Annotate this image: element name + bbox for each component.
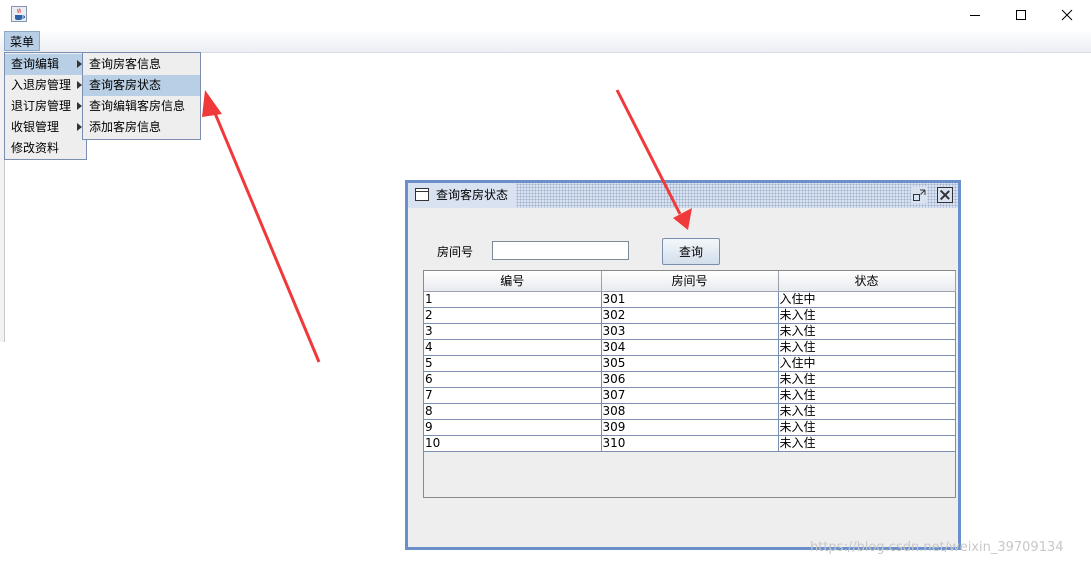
menu-item-add-room-info[interactable]: 添加客房信息 — [83, 117, 200, 138]
cell-id[interactable]: 6 — [424, 371, 602, 388]
cell-status[interactable]: 未入住 — [778, 403, 956, 420]
menu-item-label: 入退房管理 — [11, 78, 72, 92]
menu-item-checkin-checkout[interactable]: 入退房管理 — [5, 75, 86, 96]
column-header-status[interactable]: 状态 — [778, 271, 956, 292]
menu-item-booking-cancel[interactable]: 退订房管理 — [5, 96, 86, 117]
cell-room[interactable]: 308 — [601, 403, 779, 420]
menu-item-query-room-status[interactable]: 查询客房状态 — [83, 75, 200, 96]
maximize-icon — [1016, 10, 1026, 20]
room-number-input[interactable] — [492, 241, 629, 260]
room-number-label: 房间号 — [437, 245, 474, 259]
main-popup-menu: 查询编辑 入退房管理 退订房管理 收银管理 修改资料 — [4, 52, 87, 160]
cell-room[interactable]: 303 — [601, 323, 779, 340]
menu-item-query-edit-room-info[interactable]: 查询编辑客房信息 — [83, 96, 200, 117]
window-titlebar — [0, 0, 1091, 30]
cell-id[interactable]: 10 — [424, 435, 602, 452]
column-header-id[interactable]: 编号 — [424, 271, 602, 292]
cell-status[interactable]: 未入住 — [778, 307, 956, 324]
cell-id[interactable]: 7 — [424, 387, 602, 404]
internal-frame-body: 房间号 查询 编号 房间号 状态 1 301 入住中 2 302 未入住 3 303 未入住 4 3… — [408, 208, 958, 547]
cell-room[interactable]: 301 — [601, 291, 779, 308]
table-row[interactable]: 10 310 未入住 — [424, 435, 956, 452]
menu-item-query-edit[interactable]: 查询编辑 — [5, 54, 86, 75]
cell-status[interactable]: 入住中 — [778, 355, 956, 372]
cell-room[interactable]: 305 — [601, 355, 779, 372]
close-icon — [1061, 9, 1073, 21]
frame-close-button[interactable] — [937, 187, 953, 203]
maximize-button[interactable] — [998, 0, 1044, 30]
cell-status[interactable]: 未入住 — [778, 435, 956, 452]
column-header-room[interactable]: 房间号 — [601, 271, 779, 292]
table-row[interactable]: 1 301 入住中 — [424, 291, 956, 308]
cell-room[interactable]: 309 — [601, 419, 779, 436]
sub-popup-menu: 查询房客信息 查询客房状态 查询编辑客房信息 添加客房信息 — [82, 52, 201, 140]
table-row[interactable]: 6 306 未入住 — [424, 371, 956, 388]
menu-item-label: 修改资料 — [11, 141, 60, 155]
table-header-row: 编号 房间号 状态 — [424, 271, 956, 292]
cell-room[interactable]: 306 — [601, 371, 779, 388]
annotation-arrow — [202, 90, 321, 363]
cell-id[interactable]: 4 — [424, 339, 602, 356]
minimize-icon — [970, 15, 980, 16]
frame-restore-button[interactable] — [911, 187, 927, 203]
cell-status[interactable]: 未入住 — [778, 339, 956, 356]
room-status-table: 编号 房间号 状态 1 301 入住中 2 302 未入住 3 303 未入住 4 304 未入住 5 3… — [424, 271, 956, 452]
cell-room[interactable]: 302 — [601, 307, 779, 324]
menu-bar: 菜单 — [0, 30, 1091, 53]
table-row[interactable]: 4 304 未入住 — [424, 339, 956, 356]
minimize-button[interactable] — [952, 0, 998, 30]
cell-id[interactable]: 3 — [424, 323, 602, 340]
restore-icon — [913, 189, 926, 201]
query-button[interactable]: 查询 — [662, 238, 720, 265]
room-status-internal-frame: 查询客房状态 房间号 查询 编号 房间号 状态 1 301 入住中 2 302 … — [405, 180, 961, 550]
cell-room[interactable]: 310 — [601, 435, 779, 452]
menu-root-item[interactable]: 菜单 — [4, 31, 41, 51]
menu-item-label: 退订房管理 — [11, 99, 72, 113]
menu-item-label: 查询编辑 — [11, 57, 60, 71]
table-row[interactable]: 3 303 未入住 — [424, 323, 956, 340]
cell-id[interactable]: 5 — [424, 355, 602, 372]
menu-item-edit-profile[interactable]: 修改资料 — [5, 138, 86, 159]
internal-frame-titlebar[interactable]: 查询客房状态 — [408, 183, 958, 208]
table-row[interactable]: 2 302 未入住 — [424, 307, 956, 324]
frame-window-icon — [415, 188, 429, 201]
cell-status[interactable]: 未入住 — [778, 323, 956, 340]
cell-room[interactable]: 304 — [601, 339, 779, 356]
cell-id[interactable]: 1 — [424, 291, 602, 308]
menu-item-cashier[interactable]: 收银管理 — [5, 117, 86, 138]
menu-item-query-guest-info[interactable]: 查询房客信息 — [83, 54, 200, 75]
table-row[interactable]: 7 307 未入住 — [424, 387, 956, 404]
cell-status[interactable]: 入住中 — [778, 291, 956, 308]
watermark-text: https://blog.csdn.net/weixin_39709134 — [810, 540, 1064, 555]
table-body: 1 301 入住中 2 302 未入住 3 303 未入住 4 304 未入住 5 305 入住中 6 306 未… — [424, 291, 956, 452]
cell-id[interactable]: 8 — [424, 403, 602, 420]
internal-frame-title: 查询客房状态 — [436, 188, 509, 202]
table-row[interactable]: 9 309 未入住 — [424, 419, 956, 436]
menu-item-label: 收银管理 — [11, 120, 60, 134]
close-button[interactable] — [1044, 0, 1090, 30]
room-status-table-viewport: 编号 房间号 状态 1 301 入住中 2 302 未入住 3 303 未入住 4 304 未入住 5 3… — [423, 270, 956, 498]
cell-id[interactable]: 9 — [424, 419, 602, 436]
cell-status[interactable]: 未入住 — [778, 419, 956, 436]
table-row[interactable]: 5 305 入住中 — [424, 355, 956, 372]
java-coffee-icon — [11, 6, 27, 22]
cell-room[interactable]: 307 — [601, 387, 779, 404]
cell-id[interactable]: 2 — [424, 307, 602, 324]
cell-status[interactable]: 未入住 — [778, 371, 956, 388]
cell-status[interactable]: 未入住 — [778, 387, 956, 404]
table-row[interactable]: 8 308 未入住 — [424, 403, 956, 420]
